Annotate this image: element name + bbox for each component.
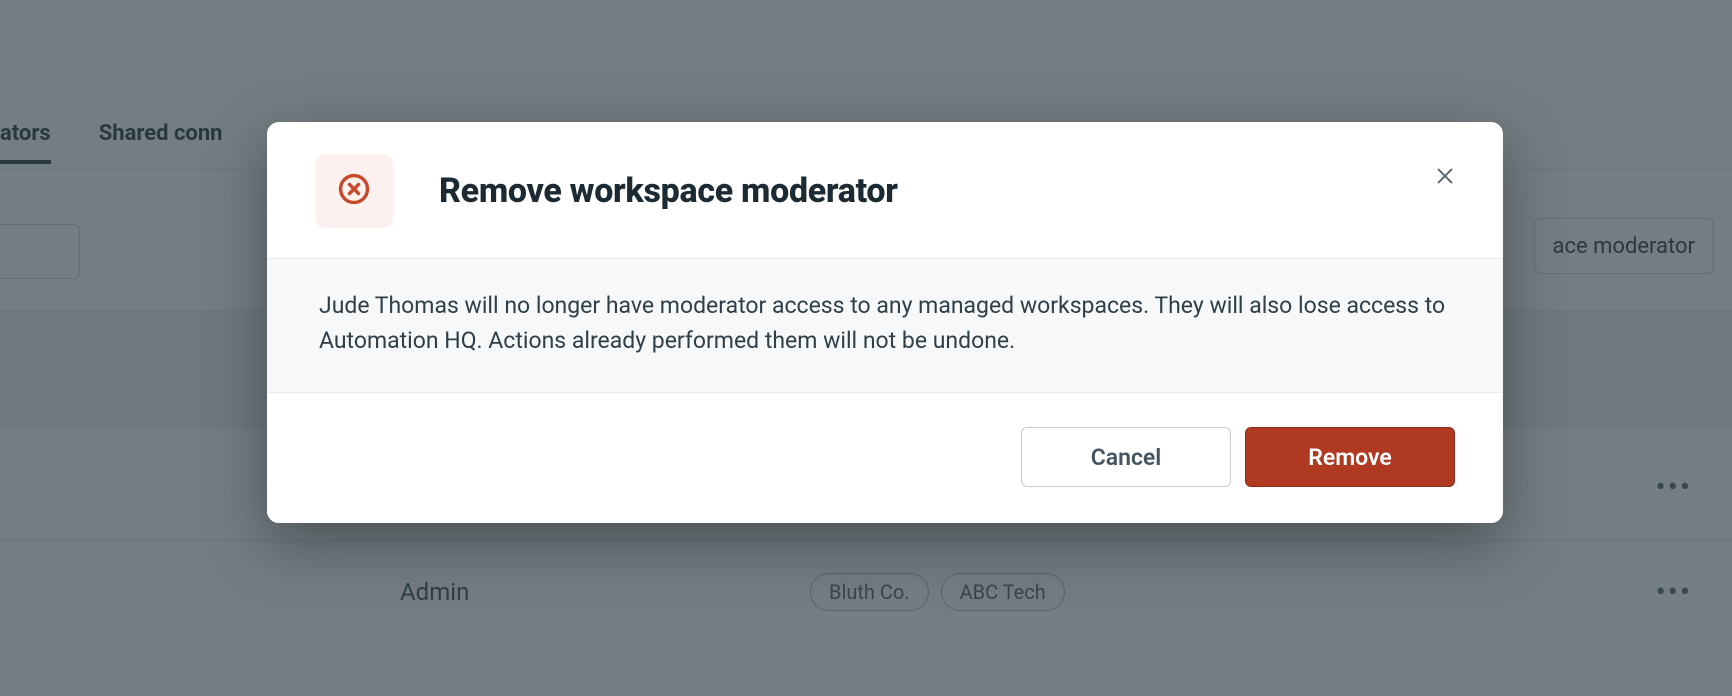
- circle-x-icon: [337, 172, 371, 210]
- dialog-footer: Cancel Remove: [267, 393, 1503, 523]
- dialog-body: Jude Thomas will no longer have moderato…: [267, 259, 1503, 393]
- remove-button[interactable]: Remove: [1245, 427, 1455, 487]
- cancel-button[interactable]: Cancel: [1021, 427, 1231, 487]
- warning-badge: [315, 154, 393, 228]
- close-icon: [1434, 165, 1456, 191]
- close-button[interactable]: [1429, 162, 1461, 194]
- dialog-header: Remove workspace moderator: [267, 122, 1503, 259]
- remove-moderator-dialog: Remove workspace moderator Jude Thomas w…: [267, 122, 1503, 523]
- dialog-title: Remove workspace moderator: [439, 171, 898, 211]
